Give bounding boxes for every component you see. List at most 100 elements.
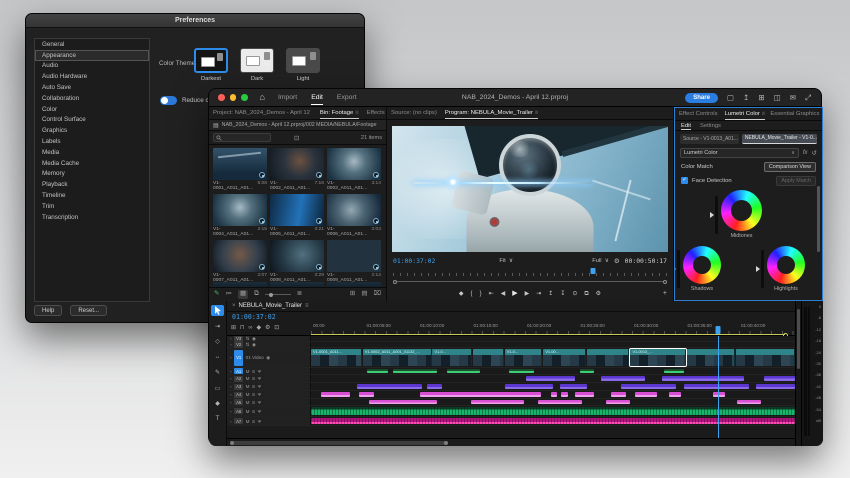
voiceover-icon[interactable]: Ψ — [258, 392, 262, 397]
panel-menu-icon[interactable]: ≡ — [305, 303, 309, 309]
new-bin-icon[interactable]: ⊞ — [350, 291, 355, 298]
new-item-icon[interactable]: ▤ — [361, 291, 367, 298]
sort-icon[interactable]: ≣ — [297, 291, 302, 298]
step-back-icon[interactable]: ◀ — [501, 291, 506, 297]
mute-icon[interactable]: M — [246, 419, 250, 424]
solo-icon[interactable]: S — [252, 409, 255, 414]
rectangle-tool[interactable]: ▭ — [211, 383, 224, 394]
time-ruler[interactable]: 00:0001:00:05:0001:00:10:0001:00:15:0001… — [311, 322, 795, 335]
mute-icon[interactable]: M — [246, 384, 250, 389]
preferences-sidebar-item[interactable]: Media Cache — [35, 158, 149, 169]
mute-icon[interactable]: M — [246, 376, 250, 381]
navigate-up-icon[interactable]: ⊡ — [294, 134, 299, 142]
preferences-sidebar-item[interactable]: Timeline — [35, 190, 149, 201]
audio-track-lane[interactable] — [311, 383, 795, 390]
color-theme-option[interactable]: Darkest — [194, 48, 228, 82]
preferences-sidebar-item[interactable]: Collaboration — [35, 93, 149, 104]
preferences-titlebar[interactable]: Preferences — [26, 14, 364, 28]
audio-track-lane[interactable] — [311, 368, 795, 374]
bin-clip[interactable]: V1-0002_A011_A01...7:16 — [270, 148, 324, 191]
video-clip[interactable] — [687, 349, 735, 366]
menu-export[interactable]: Export — [337, 94, 357, 101]
audio-clip[interactable] — [664, 369, 683, 373]
track-target[interactable]: A1 — [234, 368, 243, 374]
pen-tool[interactable]: ✎ — [211, 367, 224, 378]
solo-icon[interactable]: S — [252, 369, 255, 374]
preferences-sidebar-item[interactable]: Playback — [35, 179, 149, 190]
color-theme-option[interactable]: Light — [286, 48, 320, 82]
video-track-lane[interactable]: V1-0001_A011...V1-0002_A011_A001_01132_.… — [311, 348, 795, 367]
midtones-luma-slider[interactable] — [715, 196, 718, 234]
lock-icon[interactable]: ▫ — [230, 384, 232, 389]
preferences-sidebar-item[interactable]: Media — [35, 147, 149, 158]
track-visibility-icon[interactable]: ◉ — [266, 355, 270, 361]
panel-tab[interactable]: Lumetri Color≡ — [725, 108, 766, 120]
preferences-sidebar-item[interactable]: Labels — [35, 136, 149, 147]
audio-clip[interactable] — [764, 376, 795, 381]
menu-edit[interactable]: Edit — [311, 94, 323, 101]
mute-icon[interactable]: M — [246, 400, 250, 405]
timeline-horizontal-scrollbar[interactable] — [227, 438, 795, 446]
close-sequence-icon[interactable]: × — [232, 303, 236, 309]
home-icon[interactable]: ⌂ — [260, 93, 265, 102]
bin-clip[interactable]: V1-0001_A011_A01...5:08 — [213, 148, 267, 191]
panel-tab[interactable]: Bin: Footage≡ — [320, 107, 359, 119]
audio-clip[interactable] — [427, 384, 442, 389]
lock-icon[interactable]: ▫ — [230, 409, 232, 414]
audio-track-lane[interactable] — [311, 406, 795, 416]
audio-clip[interactable] — [357, 384, 422, 389]
bin-breadcrumb[interactable]: ▤ NAB_2024_Demos - April 12.prproj/002 M… — [209, 120, 386, 131]
audio-clip[interactable] — [538, 400, 582, 404]
track-target[interactable]: A7 — [234, 418, 243, 424]
audio-clip[interactable] — [367, 369, 389, 373]
selection-tool[interactable] — [211, 305, 224, 316]
video-clip[interactable]: V1-0013_... — [630, 349, 686, 366]
monitor-settings-plus-icon[interactable]: ⚙ — [596, 291, 601, 297]
solo-icon[interactable]: S — [252, 400, 255, 405]
bin-clip[interactable]: V1-0003_A011_A01...3:14 — [327, 148, 381, 191]
help-button[interactable]: Help — [34, 305, 62, 316]
bin-clip[interactable]: V1-0004_A011_A01...2:15 — [213, 194, 267, 237]
preferences-sidebar-item[interactable]: Auto Save — [35, 82, 149, 93]
video-clip[interactable]: V1-0... — [432, 349, 472, 366]
panel-tab[interactable]: Project: NAB_2024_Demos - April 12 — [213, 107, 312, 119]
mark-out-icon[interactable]: } — [480, 291, 482, 297]
face-detection-checkbox[interactable]: ✓ — [681, 177, 688, 184]
audio-clip[interactable] — [737, 400, 761, 404]
delete-icon[interactable]: ⌧ — [374, 291, 382, 298]
go-to-in-icon[interactable]: ⇤ — [489, 291, 494, 297]
mute-icon[interactable]: M — [246, 392, 250, 397]
video-clip[interactable]: V1-00... — [543, 349, 586, 366]
nest-toggle-icon[interactable]: ⊞ — [231, 326, 236, 332]
audio-clip[interactable] — [505, 384, 553, 389]
solo-icon[interactable]: S — [252, 419, 255, 424]
audio-clip[interactable] — [684, 384, 749, 389]
lock-icon[interactable]: ▫ — [230, 336, 232, 341]
audio-clip[interactable] — [447, 369, 481, 373]
voiceover-icon[interactable]: Ψ — [258, 419, 262, 424]
lock-icon[interactable]: ▫ — [230, 369, 232, 374]
voiceover-icon[interactable]: Ψ — [258, 376, 262, 381]
audio-clip[interactable] — [509, 369, 533, 373]
sync-lock-icon[interactable]: ⇅ — [246, 342, 250, 348]
audio-track-lane[interactable] — [311, 375, 795, 382]
track-target[interactable]: V1 — [234, 350, 243, 366]
panel-tab[interactable]: Effects — [367, 107, 386, 119]
menu-import[interactable]: Import — [278, 94, 297, 101]
solo-icon[interactable]: S — [252, 392, 255, 397]
track-target[interactable]: A6 — [234, 408, 243, 414]
preferences-sidebar-item[interactable]: Transcription — [35, 212, 149, 223]
preferences-sidebar-item[interactable]: General — [35, 39, 149, 50]
playhead-handle[interactable] — [715, 326, 720, 334]
audio-clip[interactable] — [713, 392, 725, 397]
profile-icon[interactable]: ◫ — [774, 94, 781, 102]
track-target[interactable]: V3 — [234, 336, 243, 342]
highlights-luma-slider[interactable] — [761, 250, 764, 288]
preferences-sidebar-item[interactable]: Control Surface — [35, 115, 149, 126]
reduce-contrast-toggle[interactable] — [160, 96, 177, 105]
caption-track-icon[interactable]: ⊡ — [274, 326, 279, 332]
audio-clip[interactable] — [551, 392, 557, 397]
lumetri-subtab[interactable]: Settings — [700, 121, 721, 130]
audio-clip[interactable] — [311, 407, 795, 415]
share-button[interactable]: Share — [685, 93, 718, 103]
